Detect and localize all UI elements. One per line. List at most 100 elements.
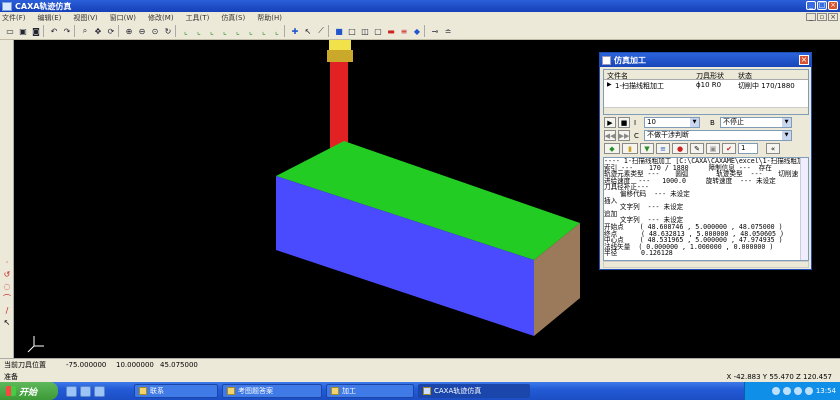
info-scrollbar[interactable] (800, 158, 808, 260)
volume-icon[interactable] (771, 387, 780, 395)
stop-button[interactable]: ■ (618, 117, 630, 128)
move-icon[interactable]: ✚ (289, 25, 301, 37)
save-icon[interactable]: ◙ (30, 25, 42, 37)
menu-simulation[interactable]: 仿真(S) (221, 13, 245, 23)
hidden-line-cube-icon[interactable]: ◫ (359, 25, 371, 37)
measure-icon[interactable]: ⟋ (315, 25, 327, 37)
dialog-icon (602, 55, 611, 65)
view-axis-icon[interactable]: ⌞ (271, 25, 283, 37)
open-folder-icon[interactable]: ▣ (17, 25, 29, 37)
curve-icon[interactable]: ⌒ (2, 294, 12, 304)
folder-icon (227, 387, 235, 395)
zoom-out-icon[interactable]: ⊖ (136, 25, 148, 37)
arc-icon[interactable]: ↺ (2, 270, 12, 280)
step-combo[interactable]: 10 ▼ (644, 117, 700, 128)
doc-minimize-button[interactable]: _ (806, 13, 816, 21)
tool-position-label: 当前刀具位置 (4, 361, 46, 369)
zoom-window-icon[interactable]: ⌕ (79, 25, 91, 37)
system-tray: 13:54 (744, 382, 840, 400)
zoom-extents-icon[interactable]: ⊙ (149, 25, 161, 37)
chevron-down-icon: ▼ (782, 118, 791, 127)
path-icon[interactable]: ≡ (656, 143, 670, 154)
doc-close-button[interactable]: × (828, 13, 838, 21)
browser-icon[interactable] (66, 385, 77, 397)
axis-display-icon[interactable]: ≐ (442, 25, 454, 37)
cube-display-icon[interactable]: ▢ (372, 25, 384, 37)
collapse-button[interactable]: « (766, 143, 780, 154)
view-top-icon[interactable]: ⌞ (232, 25, 244, 37)
maximize-button[interactable]: □ (817, 1, 827, 10)
task-button[interactable]: 联系 (134, 384, 218, 398)
path-display-icon[interactable]: ≡ (398, 25, 410, 37)
info-horizontal-scrollbar[interactable] (603, 261, 809, 268)
view-left-icon[interactable]: ⌞ (206, 25, 218, 37)
view-front-icon[interactable]: ⌞ (180, 25, 192, 37)
menu-view[interactable]: 视图(V) (73, 13, 97, 23)
view-refresh-icon[interactable]: ↻ (162, 25, 174, 37)
media-icon[interactable] (94, 385, 105, 397)
info-line: 偏移代码 --- 未设定 (604, 189, 690, 198)
count-field[interactable]: 1 (738, 143, 758, 154)
menu-modify[interactable]: 修改(M) (148, 13, 174, 23)
pointer-icon[interactable]: ↖ (2, 318, 12, 328)
stock-display-icon[interactable]: ◆ (411, 25, 423, 37)
erase-icon[interactable]: ✎ (690, 143, 704, 154)
redo-icon[interactable]: ↷ (61, 25, 73, 37)
list-item[interactable]: ▶ 1-扫描线粗加工 ϕ10 R0 切削中 170/1880 (604, 80, 808, 90)
stop-mode-combo[interactable]: 不停止 ▼ (720, 117, 792, 128)
view-right-icon[interactable]: ⌞ (219, 25, 231, 37)
line-icon[interactable]: ∕ (2, 306, 12, 316)
forward-button[interactable]: ▶▶ (618, 130, 630, 141)
tool-position-y: 10.000000 (116, 361, 154, 369)
list-scrollbar[interactable] (604, 107, 808, 114)
minimize-button[interactable]: _ (806, 1, 816, 10)
filter-icon[interactable]: ▼ (640, 143, 654, 154)
task-button[interactable]: 加工 (326, 384, 414, 398)
dialog-close-button[interactable]: × (799, 55, 809, 65)
dialog-title-bar: 仿真加工 (600, 53, 811, 67)
desktop-icon[interactable] (80, 385, 91, 397)
close-button[interactable]: × (828, 1, 838, 10)
shaded-cube-icon[interactable]: ■ (333, 25, 345, 37)
start-button[interactable]: 开始 (0, 382, 58, 400)
view-bottom-icon[interactable]: ⌞ (245, 25, 257, 37)
undo-icon[interactable]: ↶ (48, 25, 60, 37)
menu-help[interactable]: 帮助(H) (257, 13, 282, 23)
confirm-check-icon[interactable]: ✔ (722, 143, 736, 154)
point-icon[interactable]: · (2, 258, 12, 268)
antivirus-icon[interactable] (793, 387, 802, 395)
select-icon[interactable]: ↖ (302, 25, 314, 37)
menu-file[interactable]: 文件(F) (2, 13, 26, 23)
rotate-icon[interactable]: ⟳ (105, 25, 117, 37)
stock-color-icon[interactable]: ◆ (604, 143, 620, 154)
network-icon[interactable] (782, 387, 791, 395)
status-bar: 准备 X -42.883 Y 55.470 Z 120.457 (0, 371, 840, 382)
menu-tools[interactable]: 工具(T) (186, 13, 210, 23)
wire-cube-icon[interactable]: □ (346, 25, 358, 37)
task-button[interactable]: 考图题答案 (222, 384, 322, 398)
file-list-header: 文件名 刀具形状 状态 (604, 70, 808, 80)
zoom-in-icon[interactable]: ⊕ (123, 25, 135, 37)
cutter-icon[interactable]: ⊸ (429, 25, 441, 37)
menu-edit[interactable]: 编辑(E) (38, 13, 62, 23)
doc-restore-button[interactable]: ▫ (817, 13, 827, 21)
new-file-icon[interactable]: ▭ (4, 25, 16, 37)
view-back-icon[interactable]: ⌞ (193, 25, 205, 37)
task-button-active[interactable]: CAXA轨迹仿真 (418, 384, 530, 398)
tool-display-icon[interactable]: ▬ (385, 25, 397, 37)
rewind-button[interactable]: ◀◀ (604, 130, 616, 141)
view-iso-icon[interactable]: ⌞ (258, 25, 270, 37)
toolbar-separator (284, 25, 288, 37)
circle-icon[interactable]: ◌ (2, 282, 12, 292)
toolbar-separator (175, 25, 179, 37)
menu-window[interactable]: 窗口(W) (110, 13, 136, 23)
list-item-name: 1-扫描线粗加工 (615, 82, 664, 90)
pan-icon[interactable]: ✥ (92, 25, 104, 37)
security-icon[interactable] (804, 387, 813, 395)
play-button[interactable]: ▶ (604, 117, 616, 128)
option-row: ◆ ▮ ▼ ≡ ● ✎ ▣ ✔ 1 « (604, 143, 810, 154)
interference-combo[interactable]: 不做干涉判断 ▼ (644, 130, 792, 141)
cube-icon[interactable]: ▣ (706, 143, 720, 154)
tool-color-icon[interactable]: ▮ (622, 143, 638, 154)
point-toggle-icon[interactable]: ● (672, 143, 688, 154)
